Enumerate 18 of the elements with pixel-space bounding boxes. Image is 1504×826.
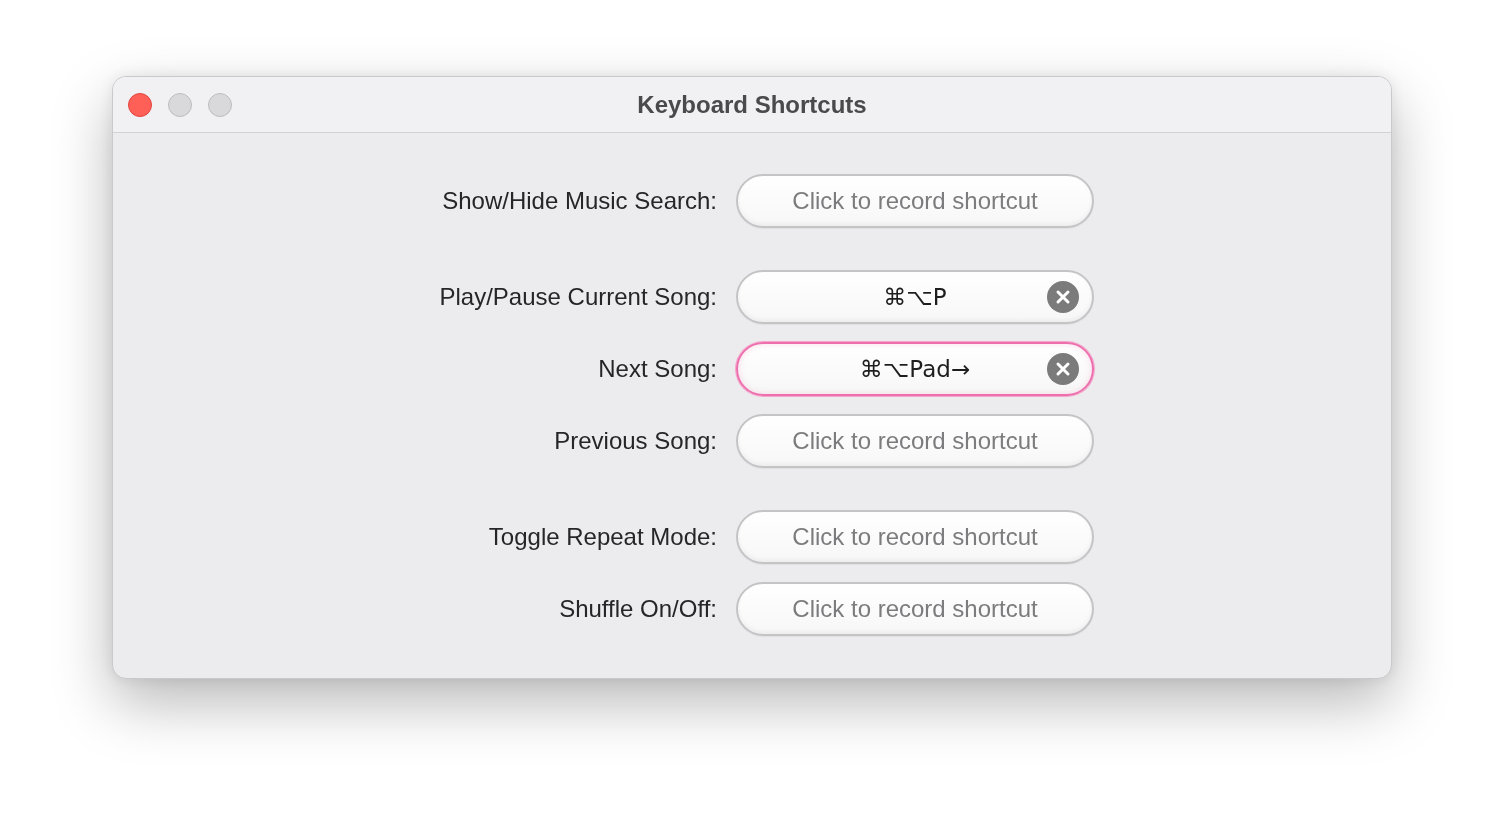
shortcut-label: Shuffle On/Off: [558, 594, 717, 624]
clear-button[interactable] [1047, 353, 1079, 385]
shortcut-label: Previous Song: [553, 426, 717, 456]
shortcut-label: Show/Hide Music Search: [441, 186, 717, 216]
window-title: Keyboard Shortcuts [637, 89, 867, 120]
shortcut-field[interactable]: Click to record shortcut [736, 174, 1094, 228]
shortcut-label: Toggle Repeat Mode: [487, 522, 717, 552]
shortcut-field[interactable]: Click to record shortcut [736, 582, 1094, 636]
clear-icon [1047, 353, 1079, 385]
clear-button[interactable] [1047, 281, 1079, 313]
shortcut-field[interactable]: Click to record shortcut [736, 414, 1094, 468]
shortcut-field[interactable]: ⌘⌥P [736, 270, 1094, 324]
shortcut-label: Play/Pause Current Song: [438, 282, 717, 312]
shortcut-field[interactable]: ⌘⌥Pad→ [736, 342, 1094, 396]
clear-icon [1047, 281, 1079, 313]
close-icon[interactable] [128, 92, 152, 117]
shortcut-label: Next Song: [597, 354, 717, 384]
shortcut-field[interactable]: Click to record shortcut [736, 510, 1094, 564]
